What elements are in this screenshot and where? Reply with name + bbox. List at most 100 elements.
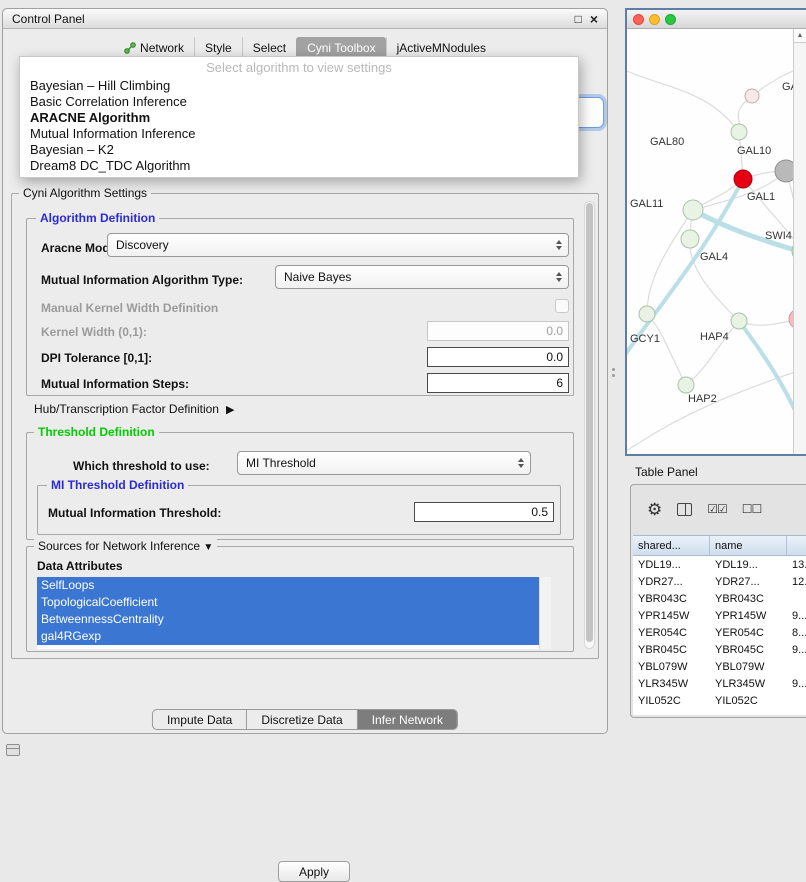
graph-node-gray[interactable] <box>775 160 793 182</box>
cell: YDL19... <box>710 559 787 571</box>
node-table: shared... name YDL19... YDL19... 13... Y… <box>633 535 806 715</box>
aracne-mode-select[interactable]: Discovery <box>107 233 569 257</box>
graph-node[interactable] <box>731 313 747 329</box>
table-row[interactable]: YDL19... YDL19... 13... <box>633 556 806 573</box>
zoom-traffic-light[interactable] <box>665 14 676 25</box>
cell: 9... <box>787 610 806 622</box>
attribute-list-scrollbar[interactable] <box>539 577 551 649</box>
table-row[interactable]: YER054C YER054C 8... <box>633 624 806 641</box>
scroll-up-icon[interactable]: ▲ <box>794 29 806 43</box>
table-row[interactable]: YBR043C YBR043C <box>633 590 806 607</box>
control-panel-window: Control Panel □ × Network Style Select C… <box>2 8 608 734</box>
table-panel-title: Table Panel <box>635 465 698 479</box>
network-window-titlebar <box>627 10 806 29</box>
settings-group-title: Cyni Algorithm Settings <box>19 186 151 200</box>
graph-node[interactable] <box>745 89 759 103</box>
dropdown-item[interactable]: Basic Correlation Inference <box>20 94 578 110</box>
table-panel: ⚙ ☑☑ ☐☐ shared... name YDL19... YDL19...… <box>630 484 806 718</box>
mi-threshold-input[interactable]: 0.5 <box>414 502 554 522</box>
network-graph: GAL GAL80 GAL10 GAL11 GAL1 SWI4 GAL4 GCY… <box>627 29 793 454</box>
status-grid-icon[interactable] <box>6 744 20 756</box>
mi-type-label: Mutual Information Algorithm Type: <box>41 273 243 287</box>
mi-type-select[interactable]: Naive Bayes <box>275 265 569 289</box>
dropdown-item[interactable]: Mutual Information Inference <box>20 126 578 142</box>
dropdown-item-selected[interactable]: ARACNE Algorithm <box>20 110 578 126</box>
graph-node[interactable] <box>731 124 747 140</box>
table-row[interactable]: YBR045C YBR045C 9... <box>633 641 806 658</box>
cell: YLR345W <box>710 678 787 690</box>
hub-factor-expander[interactable]: Hub/Transcription Factor Definition ▶ <box>34 402 234 416</box>
columns-icon[interactable] <box>677 503 692 516</box>
sources-title-label: Sources for Network Inference <box>38 539 200 553</box>
dpi-tolerance-value: 0.0 <box>546 350 563 364</box>
column-header[interactable] <box>787 536 806 555</box>
which-threshold-select[interactable]: MI Threshold <box>237 451 531 475</box>
tab-discretize-data[interactable]: Discretize Data <box>246 710 356 729</box>
table-row[interactable]: YBL079W YBL079W <box>633 658 806 675</box>
hub-factor-label: Hub/Transcription Factor Definition <box>34 402 219 416</box>
bottom-tab-bar: Impute Data Discretize Data Infer Networ… <box>152 709 458 730</box>
tab-infer-network-label: Infer Network <box>372 713 443 727</box>
dpi-tolerance-input[interactable]: 0.0 <box>427 347 569 367</box>
mi-threshold-value: 0.5 <box>531 505 548 519</box>
list-item-selected[interactable]: BetweennessCentrality <box>37 611 539 628</box>
dropdown-item[interactable]: Dream8 DC_TDC Algorithm <box>20 158 578 174</box>
cell: YLR345W <box>633 678 710 690</box>
panel-splitter-handle[interactable] <box>612 368 615 377</box>
manual-kernel-checkbox[interactable] <box>555 299 569 313</box>
close-traffic-light[interactable] <box>633 14 644 25</box>
dropdown-item[interactable]: Bayesian – K2 <box>20 142 578 158</box>
mi-steps-value: 6 <box>556 376 563 390</box>
list-item-selected[interactable]: gal4RGexp <box>37 628 539 645</box>
sources-title[interactable]: Sources for Network Inference ▼ <box>34 539 217 553</box>
cell: 13... <box>787 559 806 571</box>
close-icon[interactable]: × <box>590 13 598 25</box>
table-row[interactable]: YIL052C YIL052C <box>633 692 806 709</box>
which-threshold-label: Which threshold to use: <box>73 459 210 473</box>
select-all-icon[interactable]: ☑☑ <box>707 502 727 516</box>
dropdown-item[interactable]: Bayesian – Hill Climbing <box>20 78 578 94</box>
mi-steps-input[interactable]: 6 <box>427 373 569 393</box>
table-toolbar: ⚙ ☑☑ ☐☐ <box>631 485 806 525</box>
column-header[interactable]: name <box>710 536 787 555</box>
tab-infer-network[interactable]: Infer Network <box>357 710 457 729</box>
cell: YER054C <box>710 627 787 639</box>
mi-threshold-label: Mutual Information Threshold: <box>48 506 221 520</box>
network-icon <box>124 42 136 54</box>
tab-style-label: Style <box>205 41 232 55</box>
tab-select-label: Select <box>253 41 286 55</box>
graph-node[interactable] <box>639 306 655 322</box>
kernel-width-input[interactable]: 0.0 <box>427 321 569 341</box>
list-item-selected[interactable]: SelfLoops <box>37 577 539 594</box>
minimize-traffic-light[interactable] <box>649 14 660 25</box>
settings-scrollbar-thumb[interactable] <box>586 203 593 642</box>
column-header[interactable]: shared... <box>633 536 710 555</box>
float-window-icon[interactable]: □ <box>575 13 582 25</box>
graph-node-red[interactable] <box>734 170 752 188</box>
settings-scrollbar[interactable] <box>584 201 595 649</box>
network-canvas[interactable]: GAL GAL80 GAL10 GAL11 GAL1 SWI4 GAL4 GCY… <box>627 29 806 454</box>
apply-button[interactable]: Apply <box>278 861 350 882</box>
cell: YIL052C <box>710 695 787 707</box>
tab-impute-data[interactable]: Impute Data <box>153 710 246 729</box>
caret-down-icon: ▼ <box>203 542 213 553</box>
mi-type-value: Naive Bayes <box>284 270 351 284</box>
gear-icon[interactable]: ⚙ <box>647 501 662 518</box>
manual-kernel-label: Manual Kernel Width Definition <box>41 301 218 315</box>
deselect-all-icon[interactable]: ☐☐ <box>742 502 762 516</box>
table-row[interactable]: YPR145W YPR145W 9... <box>633 607 806 624</box>
cyni-algorithm-settings-group: Cyni Algorithm Settings Algorithm Defini… <box>11 193 599 659</box>
combo-arrows-icon <box>556 272 562 282</box>
graph-node[interactable] <box>681 230 699 248</box>
which-threshold-value: MI Threshold <box>246 456 316 470</box>
graph-node[interactable] <box>678 377 694 393</box>
table-row[interactable]: YLR345W YLR345W 9... <box>633 675 806 692</box>
list-item-selected[interactable]: TopologicalCoefficient <box>37 594 539 611</box>
node-label: GAL1 <box>747 191 775 203</box>
network-scrollbar[interactable]: ▲ <box>793 29 806 454</box>
tab-cyni-toolbox-label: Cyni Toolbox <box>307 41 375 55</box>
node-label: GCY1 <box>630 333 660 345</box>
graph-node[interactable] <box>683 200 703 220</box>
table-row[interactable]: YDR27... YDR27... 12... <box>633 573 806 590</box>
tab-discretize-data-label: Discretize Data <box>261 713 342 727</box>
